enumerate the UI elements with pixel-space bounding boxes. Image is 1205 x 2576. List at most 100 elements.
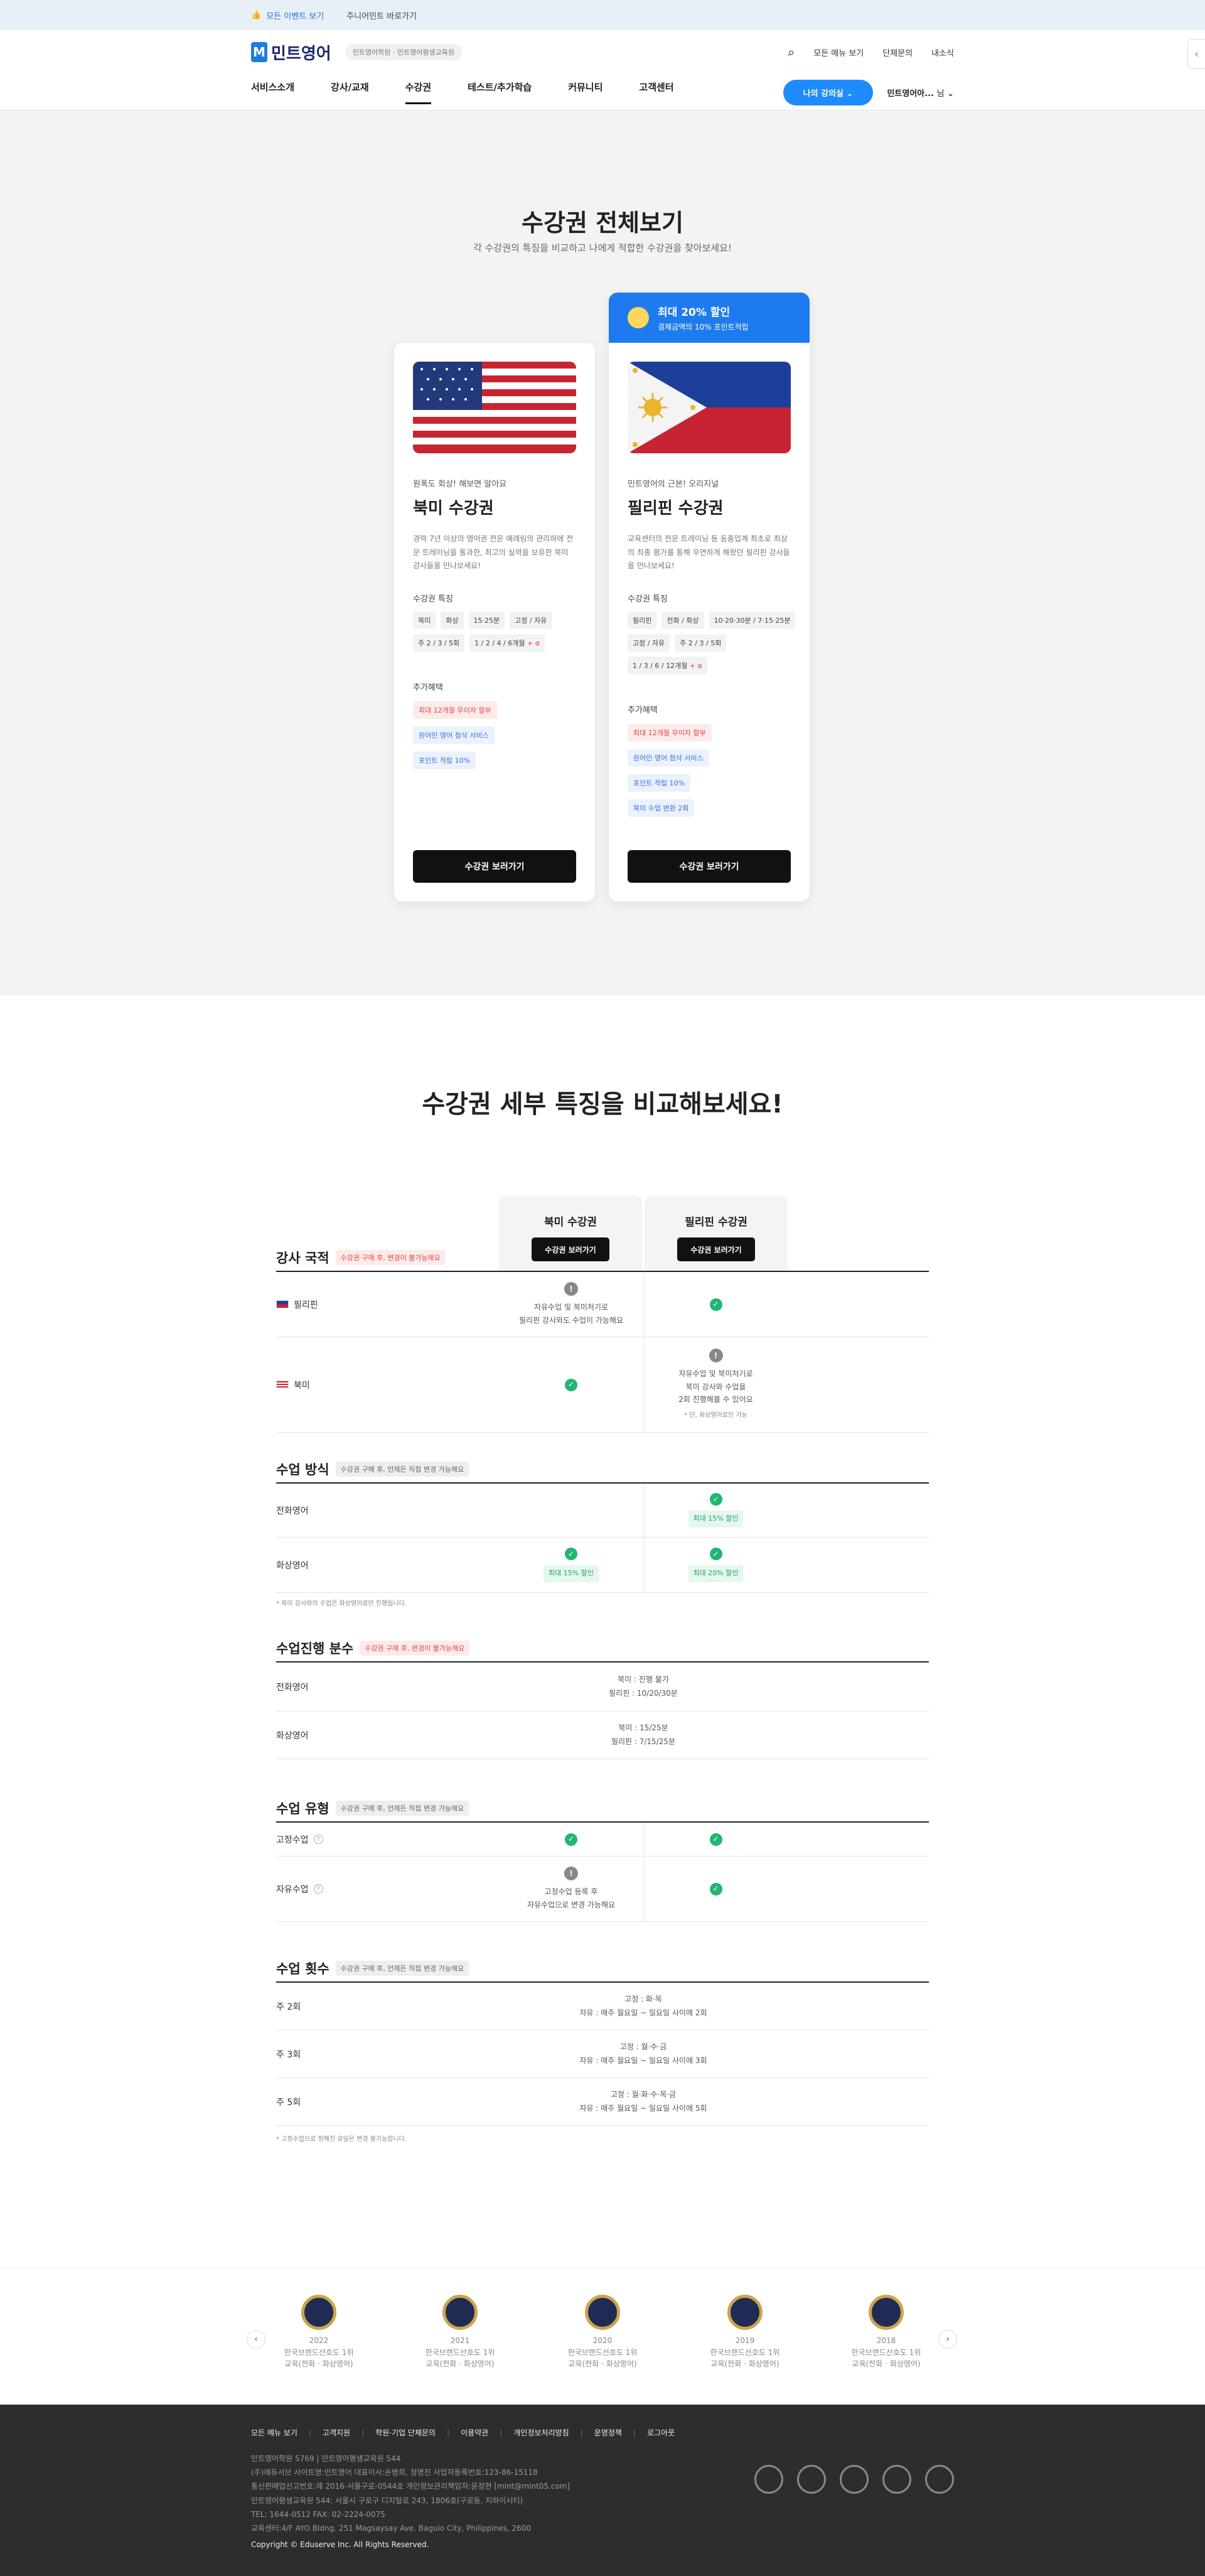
card-title: 필리핀 수강권	[628, 499, 724, 518]
group-method: 수업 방식 수강권 구매 후, 언제든 직접 변경 가능해요 전화영어 ✓ 최대 1…	[276, 1456, 929, 1607]
footer-link[interactable]: 운영정책	[594, 2427, 636, 2438]
group-nation: 강사 국적 수강권 구매 후, 변경이 불가능해요 필리핀 ! 자유수업 및 북미처…	[276, 1244, 929, 1433]
check-icon: ✓	[565, 1833, 577, 1846]
next-arrow-icon[interactable]: ›	[938, 2330, 957, 2349]
my-classroom-button[interactable]: 나의 강의실 ⌄	[783, 79, 874, 105]
footer-link[interactable]: 이용약관	[461, 2427, 502, 2438]
award-line: 교육(전화 · 화상영어)	[852, 2359, 921, 2369]
feature-chip-text: 1 / 2 / 4 / 6개월	[474, 639, 525, 647]
feature-chip: 15·25분	[468, 611, 505, 629]
all-menu-link[interactable]: 모든 메뉴 보기	[813, 46, 864, 58]
feature-chips: 필리핀 전화 / 화상 10·20·30분 / 7·15·25분 고정 / 자유…	[628, 611, 797, 674]
ticket-overview-section: 수강권 전체보기 각 수강권의 특징을 비교하고 나에게 적합한 수강권을 찾아…	[0, 110, 1205, 996]
footer-link[interactable]: 학원·기업 단체문의	[375, 2427, 449, 2438]
award-line: 한국브랜드선호도 1위	[567, 2347, 638, 2357]
feature-chip: 10·20·30분 / 7·15·25분	[709, 611, 796, 629]
cell-note: * 단, 화상영어로만 가능	[684, 1411, 747, 1419]
table-row: 주 3회 고정 : 월·수·금 자유 : 매주 월요일 ~ 일요일 사이에 3회	[276, 2030, 929, 2078]
row-label: 북미	[294, 1380, 310, 1391]
check-icon: ✓	[709, 1882, 722, 1895]
nav-teachers[interactable]: 강사/교재	[331, 80, 369, 104]
award-line: 교육(전화 · 화상영어)	[710, 2359, 779, 2369]
feature-chip: 고정 / 자유	[510, 611, 552, 629]
prev-arrow-icon[interactable]: ‹	[247, 2330, 265, 2349]
cert-logo-icon	[925, 2465, 954, 2494]
ph-flag-image	[628, 362, 791, 453]
event-link-label: 모든 이벤트 보기	[266, 11, 324, 21]
copyright: Copyright © Eduserve Inc. All Rights Res…	[251, 2540, 429, 2550]
award-line: 교육(전화 · 화상영어)	[284, 2359, 353, 2369]
col-head-title: 필리핀 수강권	[685, 1216, 747, 1229]
row-label: 필리핀	[294, 1300, 318, 1310]
group-title: 수업 방식	[276, 1462, 329, 1477]
view-na-ticket-button[interactable]: 수강권 보러가기	[413, 850, 576, 883]
award-year: 2019	[735, 2336, 755, 2345]
group-tag: 수강권 구매 후, 언제든 직접 변경 가능해요	[335, 1801, 469, 1816]
check-icon: ✓	[565, 1378, 577, 1391]
feature-chip: 고정 / 자유	[628, 633, 670, 652]
feature-chip: 필리핀	[628, 611, 657, 629]
us-flag-icon	[276, 1381, 289, 1389]
cell-text: 자유수업 및 북미처기로 북미 강사와 수업을 2회 진행해볼 수 있어요	[678, 1369, 753, 1404]
award-line: 한국브랜드선호도 1위	[425, 2347, 495, 2357]
check-icon: ✓	[709, 1298, 722, 1311]
table-row: 자유수업? ! 고정수업 등록 후 자유수업으로 변경 가능해요 ✓	[276, 1857, 929, 1922]
nav-support[interactable]: 고객센터	[639, 80, 673, 104]
discount-banner: 최대 20% 할인 결제금액의 10% 포인트적립	[609, 293, 810, 343]
table-row: 북미 ✓ ! 자유수업 및 북미처기로 북미 강사와 수업을 2회 진행해볼 수 …	[276, 1337, 929, 1433]
site-logo[interactable]: M 민트영어	[251, 41, 331, 64]
row-label: 자유수업	[276, 1884, 309, 1895]
row-label: 주 3회	[276, 2049, 301, 2060]
nav-service[interactable]: 서비스소개	[251, 80, 294, 104]
discount-chip: 최대 15% 할인	[544, 1565, 599, 1582]
search-icon[interactable]: ⌕	[788, 45, 795, 60]
view-ph-ticket-button[interactable]: 수강권 보러가기	[628, 850, 791, 883]
footer-link[interactable]: 로그아웃	[647, 2427, 675, 2438]
nav-tickets[interactable]: 수강권	[405, 80, 432, 104]
card-description: 경력 7년 이상의 영어권 전문 예례림의 관리하에 전문 트레이닝을 통과한,…	[413, 534, 574, 571]
award-year: 2022	[309, 2336, 329, 2345]
benefit-chip: 포인트 적립 10%	[628, 773, 691, 792]
table-row: 주 2회 고정 : 화·목 자유 : 매주 월요일 ~ 일요일 사이에 2회	[276, 1983, 929, 2030]
award-line: 한국브랜드선호도 1위	[284, 2347, 354, 2357]
site-header: M 민트영어 민트영어학원 · 민트영어평생교육원 ⌕ 모든 메뉴 보기 단체문의…	[0, 30, 1205, 110]
group-title: 수업 횟수	[276, 1961, 329, 1976]
footer-link[interactable]: 고객지원	[323, 2427, 364, 2438]
group-inquiry-link[interactable]: 단체문의	[882, 46, 913, 58]
info-line: TEL: 1644-0512 FAX: 02-2224-0075	[251, 2509, 385, 2519]
group-duration: 수업진행 분수 수강권 구매 후, 변경이 불가능해요 전화영어 북미 : 진행 …	[276, 1635, 929, 1759]
award-medal-icon	[301, 2295, 336, 2330]
junior-link[interactable]: 주니어민트 바로가기	[346, 9, 417, 21]
award-year: 2018	[876, 2336, 896, 2345]
benefit-chips: 최대 12개월 무이자 할부 원어민 영어 첨삭 서비스 포인트 적립 10% …	[628, 723, 791, 817]
features-label: 수강권 특징	[628, 594, 668, 604]
footer-link[interactable]: 모든 메뉴 보기	[251, 2427, 311, 2438]
feature-chip: 전화 / 화상	[661, 611, 704, 629]
table-row: 주 5회 고정 : 월·화·수·목·금 자유 : 매주 월요일 ~ 일요일 사이에…	[276, 2078, 929, 2126]
nav-tests[interactable]: 테스트/추가학습	[468, 80, 532, 104]
logo-mark-icon: M	[251, 42, 267, 62]
info-line: 민트영어평생교육원 544: 서울시 구로구 디지털로 243, 1806호(구…	[251, 2496, 523, 2505]
user-menu[interactable]: 민트영어아... 님 ⌄	[887, 87, 954, 99]
page-title: 수강권 전체보기	[522, 209, 683, 237]
check-icon: ✓	[709, 1548, 722, 1561]
help-icon[interactable]: ?	[313, 1884, 323, 1894]
award-item: 2019 한국브랜드선호도 1위교육(전화 · 화상영어)	[704, 2295, 786, 2370]
row-label: 주 2회	[276, 2002, 301, 2012]
my-notes-link[interactable]: 내소식	[931, 46, 954, 58]
side-panel-toggle[interactable]: ‹	[1187, 39, 1205, 69]
cell-line: 자유 : 매주 월요일 ~ 일요일 사이에 2회	[579, 2008, 707, 2017]
benefit-chip: 최대 12개월 무이자 할부	[628, 723, 712, 741]
check-icon: ✓	[709, 1493, 722, 1506]
footer-link[interactable]: 개인정보처리방침	[513, 2427, 582, 2438]
help-icon[interactable]: ?	[313, 1835, 323, 1844]
award-line: 한국브랜드선호도 1위	[710, 2347, 780, 2357]
event-link[interactable]: 👍 모든 이벤트 보기	[251, 9, 324, 21]
row-label: 화상영어	[276, 1560, 309, 1571]
ph-flag-icon	[276, 1300, 289, 1308]
table-row: 화상영어 북미 : 15/25분 필리핀 : 7/15/25분	[276, 1711, 929, 1759]
discount-sub: 결제금액의 10% 포인트적립	[658, 323, 749, 331]
my-classroom-label: 나의 강의실	[803, 89, 844, 99]
nav-community[interactable]: 커뮤니티	[568, 80, 602, 104]
info-line: 교육센터:4/F AYO Bldng. 251 Magsaysay Ave. B…	[251, 2523, 532, 2533]
